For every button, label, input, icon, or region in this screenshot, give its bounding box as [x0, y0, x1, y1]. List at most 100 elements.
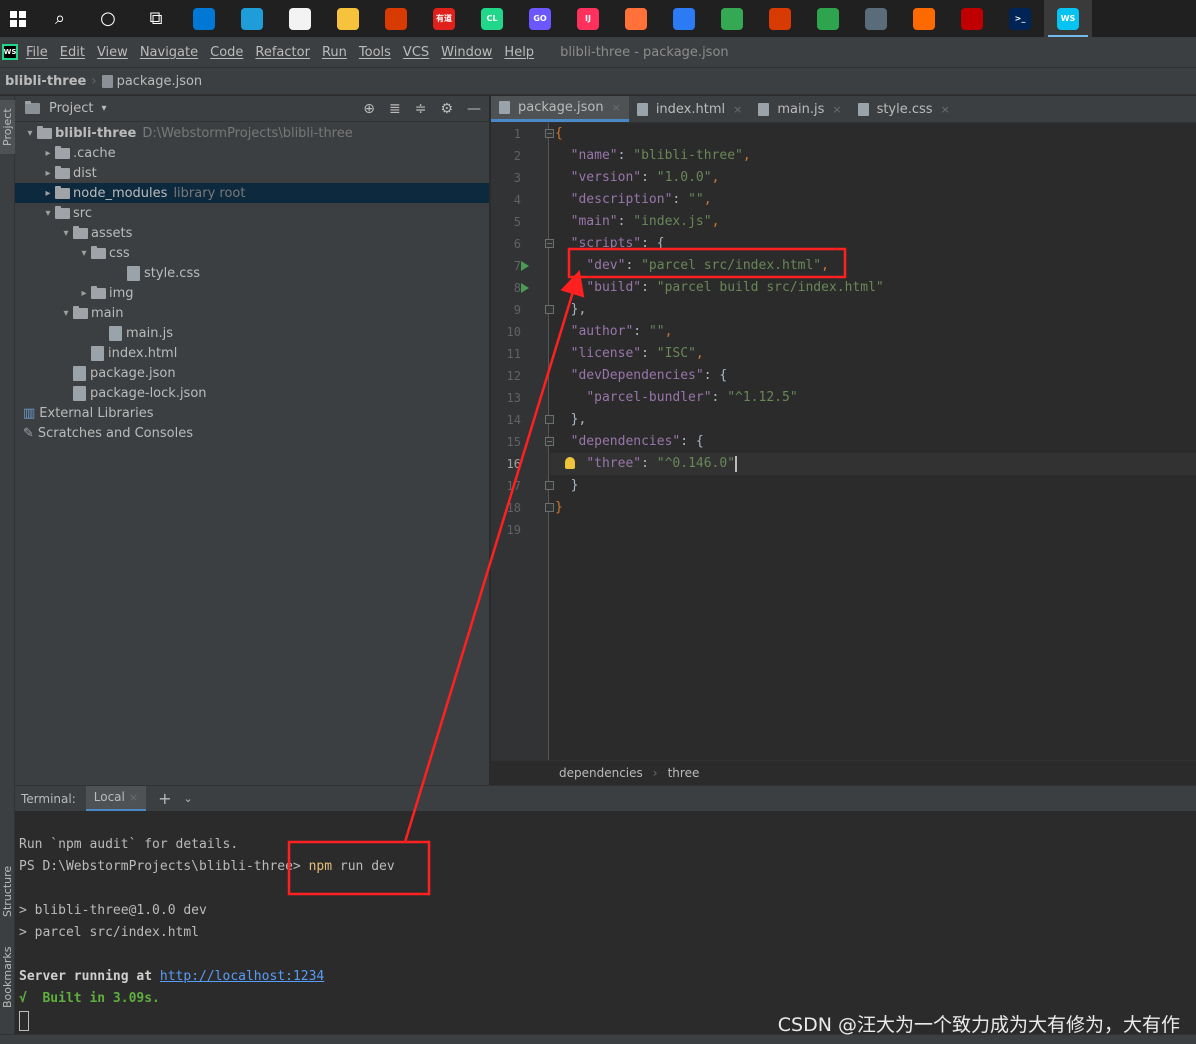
terminal-output[interactable]: Run `npm audit` for details. PS D:\Webst…	[15, 811, 1196, 1034]
tab-package-json[interactable]: package.json ×	[491, 96, 629, 122]
expand-all-icon[interactable]: ≣	[389, 101, 401, 117]
taskbar-powershell-button[interactable]: >_	[996, 0, 1044, 37]
tree-item-src[interactable]: ▾ src	[15, 203, 489, 223]
tree-item-package-lock-json[interactable]: package-lock.json	[15, 383, 489, 403]
taskbar-app-green-button[interactable]	[804, 0, 852, 37]
close-icon[interactable]: ×	[612, 101, 621, 114]
taskbar-youdao-button[interactable]: 有道	[420, 0, 468, 37]
tree-item-external-libraries[interactable]: ▥ External Libraries	[15, 403, 489, 423]
fold-marker-icon[interactable]	[545, 503, 554, 512]
tree-item-assets[interactable]: ▾ assets	[15, 223, 489, 243]
minimize-icon[interactable]: —	[467, 101, 481, 117]
taskbar-edge-button[interactable]	[228, 0, 276, 37]
structure-tool-tab[interactable]: Structure	[0, 856, 15, 926]
code-editor[interactable]: 1 2 3 4 5 6 7 8 9 10 11 12 13 14 15 16 17 18 19− − − { "name…	[491, 123, 1196, 760]
menu-vcs[interactable]: VCS	[403, 45, 429, 60]
fold-marker-icon[interactable]: −	[545, 239, 554, 248]
tree-item-dist[interactable]: ▸ dist	[15, 163, 489, 183]
menu-run[interactable]: Run	[322, 45, 347, 60]
tree-item-css[interactable]: ▾ css	[15, 243, 489, 263]
close-icon[interactable]: ×	[129, 791, 138, 804]
chevron-down-icon[interactable]: ▾	[23, 128, 37, 139]
breadcrumb-file[interactable]: package.json	[117, 74, 203, 89]
tab-index-html[interactable]: index.html ×	[629, 96, 751, 122]
taskbar-app-blue-button[interactable]	[660, 0, 708, 37]
menu-code[interactable]: Code	[210, 45, 243, 60]
close-icon[interactable]: ×	[832, 103, 841, 116]
chevron-right-icon[interactable]: ▸	[41, 148, 55, 159]
chevron-down-icon[interactable]: ▾	[59, 308, 73, 319]
taskbar-app-orange-button[interactable]	[900, 0, 948, 37]
fold-marker-icon[interactable]	[545, 481, 554, 490]
tree-item-scratches-and-consoles[interactable]: ✎ Scratches and Consoles	[15, 423, 489, 443]
chevron-down-icon[interactable]: ▾	[41, 208, 55, 219]
close-icon[interactable]: ×	[733, 103, 742, 116]
taskbar-intellij-button[interactable]: IJ	[564, 0, 612, 37]
terminal-tab-local[interactable]: Local ×	[85, 785, 147, 812]
locate-icon[interactable]: ⊕	[363, 101, 375, 117]
server-url-link[interactable]: http://localhost:1234	[160, 969, 324, 984]
fold-marker-icon[interactable]	[545, 305, 554, 314]
tree-item-main[interactable]: ▾ main	[15, 303, 489, 323]
tree-item-main-js[interactable]: main.js	[15, 323, 489, 343]
server-running-label: Server running at	[19, 969, 160, 984]
menu-help[interactable]: Help	[504, 45, 534, 60]
taskbar-clion-button[interactable]: CL	[468, 0, 516, 37]
run-script-icon[interactable]	[521, 283, 529, 293]
terminal-line-server: Server running at http://localhost:1234	[19, 966, 324, 988]
fold-marker-icon[interactable]: −	[545, 129, 554, 138]
lightbulb-icon[interactable]	[565, 457, 575, 469]
run-script-icon[interactable]	[521, 261, 529, 271]
tree-item-cache[interactable]: ▸ .cache	[15, 143, 489, 163]
chevron-right-icon[interactable]: ▸	[41, 188, 55, 199]
collapse-all-icon[interactable]: ≑	[415, 101, 427, 117]
menu-tools[interactable]: Tools	[359, 45, 391, 60]
project-panel-title[interactable]: Project	[49, 101, 93, 116]
plus-icon[interactable]: +	[158, 789, 171, 808]
taskbar-task-view-button[interactable]: ⧉	[132, 0, 180, 37]
taskbar-file-explorer-button[interactable]	[324, 0, 372, 37]
taskbar-cortana-button[interactable]: ○	[84, 0, 132, 37]
editor-breadcrumb-three[interactable]: three	[668, 766, 700, 780]
menu-refactor[interactable]: Refactor	[255, 45, 310, 60]
taskbar-chrome-button[interactable]	[708, 0, 756, 37]
taskbar-search-button[interactable]: ⌕	[36, 0, 84, 37]
taskbar-firefox-button[interactable]	[612, 0, 660, 37]
chevron-right-icon[interactable]: ▸	[41, 168, 55, 179]
taskbar-mail-button[interactable]	[180, 0, 228, 37]
menu-window[interactable]: Window	[441, 45, 492, 60]
windows-start-button[interactable]	[0, 0, 36, 37]
chevron-down-icon[interactable]: ⌄	[184, 792, 193, 805]
tree-item-node-modules[interactable]: ▸ node_modules library root	[15, 183, 489, 203]
menu-navigate[interactable]: Navigate	[140, 45, 198, 60]
taskbar-office-2-button[interactable]	[756, 0, 804, 37]
gear-icon[interactable]: ⚙	[440, 101, 453, 117]
close-icon[interactable]: ×	[941, 103, 950, 116]
tree-item-img[interactable]: ▸ img	[15, 283, 489, 303]
chevron-down-icon[interactable]: ▾	[77, 248, 91, 259]
fold-marker-icon[interactable]	[545, 415, 554, 424]
menu-file[interactable]: File	[26, 45, 48, 60]
tree-item-blibli-three[interactable]: ▾ blibli-three D:\WebstormProjects\blibli-…	[15, 123, 489, 143]
taskbar-app-screen-button[interactable]	[852, 0, 900, 37]
chevron-right-icon[interactable]: ▸	[77, 288, 91, 299]
taskbar-office-button[interactable]	[372, 0, 420, 37]
tree-item-index-html[interactable]: index.html	[15, 343, 489, 363]
taskbar-store-button[interactable]	[276, 0, 324, 37]
taskbar-webstorm-button[interactable]: WS	[1044, 0, 1092, 37]
editor-breadcrumb-dependencies[interactable]: dependencies	[559, 766, 643, 780]
taskbar-app-red-button[interactable]	[948, 0, 996, 37]
tree-item-style-css[interactable]: style.css	[15, 263, 489, 283]
tab-main-js[interactable]: main.js ×	[750, 96, 849, 122]
bookmarks-tool-tab[interactable]: Bookmarks	[0, 942, 15, 1012]
breadcrumb-project[interactable]: blibli-three	[5, 74, 86, 89]
tree-item-package-json[interactable]: package.json	[15, 363, 489, 383]
fold-marker-icon[interactable]: −	[545, 437, 554, 446]
chevron-down-icon[interactable]: ▾	[59, 228, 73, 239]
taskbar-goland-button[interactable]: GO	[516, 0, 564, 37]
menu-view[interactable]: View	[97, 45, 128, 60]
menu-edit[interactable]: Edit	[60, 45, 85, 60]
tab-style-css[interactable]: style.css ×	[850, 96, 958, 122]
project-tool-tab[interactable]: Project	[0, 100, 15, 154]
chevron-down-icon[interactable]: ▾	[101, 103, 106, 114]
